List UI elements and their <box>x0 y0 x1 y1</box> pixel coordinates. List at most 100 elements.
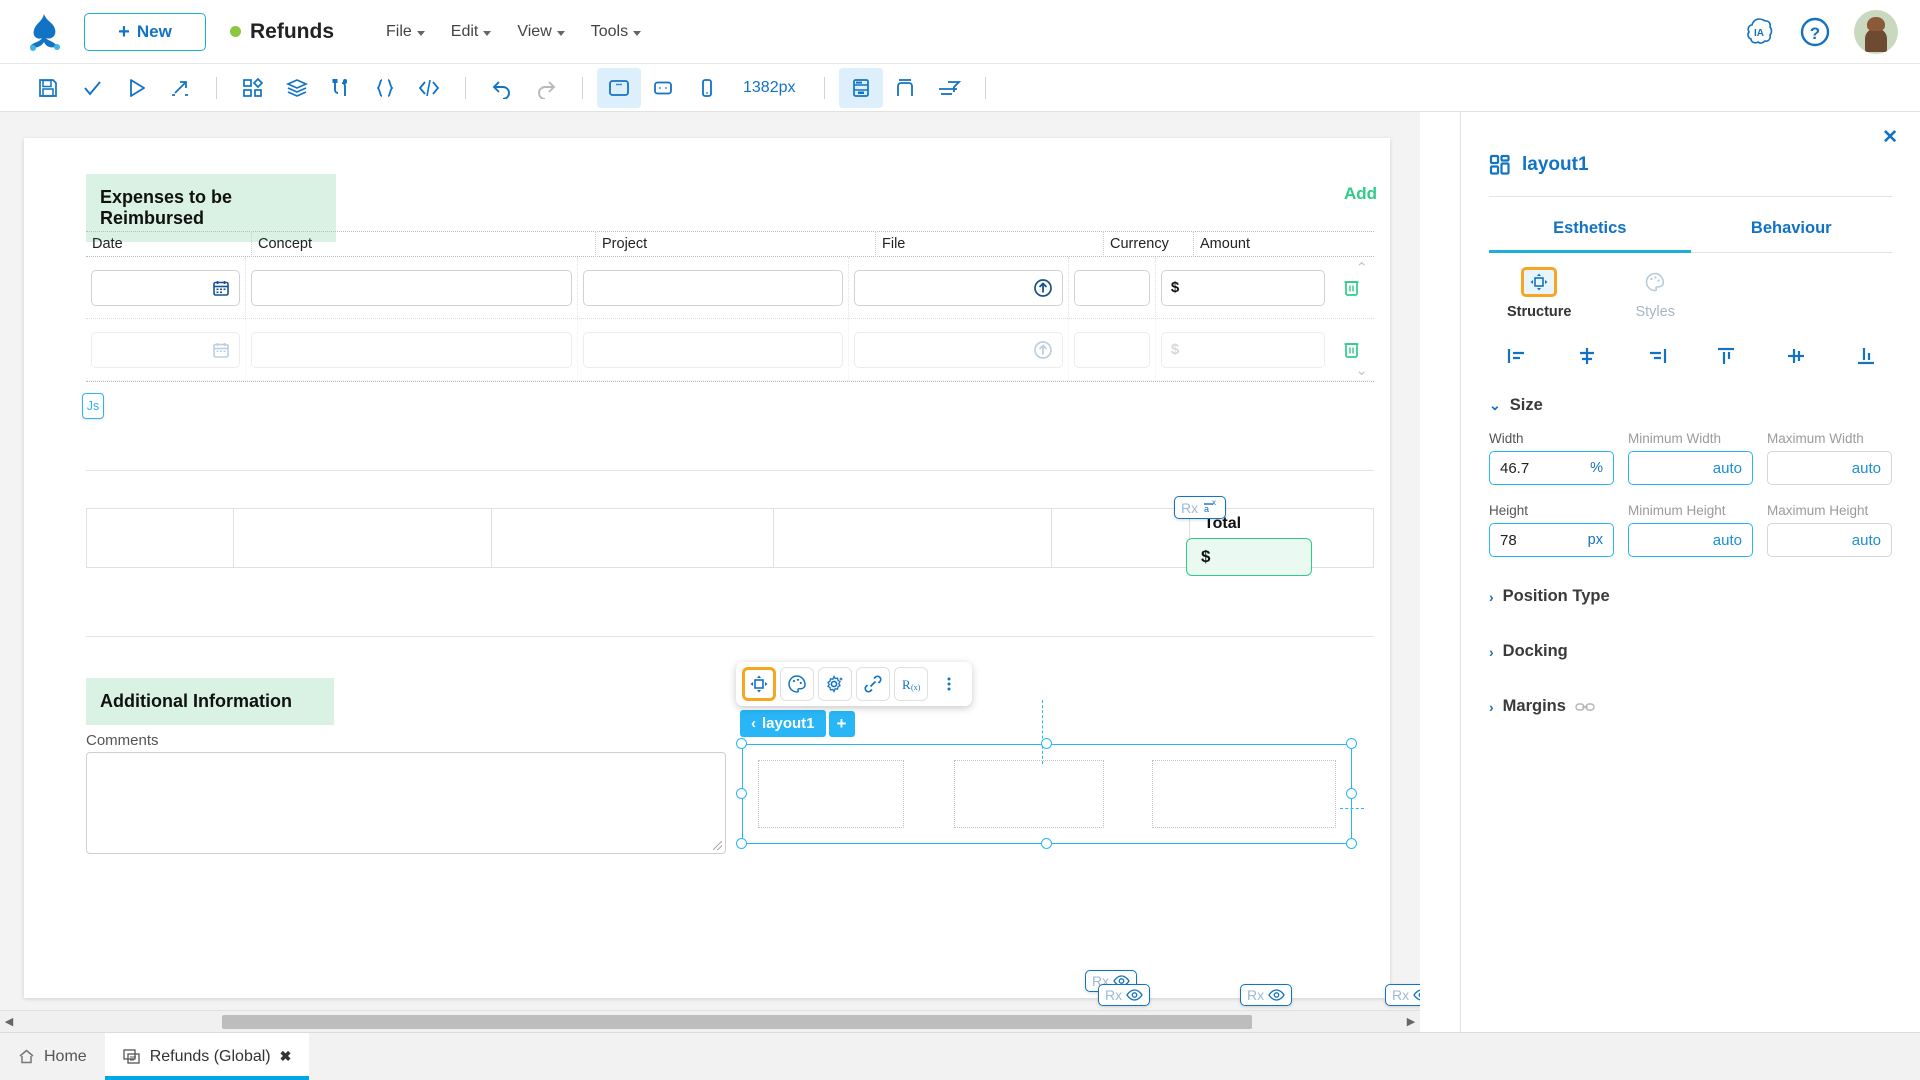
new-button[interactable]: + New <box>84 12 206 51</box>
redo-icon[interactable] <box>524 68 568 108</box>
resize-handle-bottom-center[interactable] <box>1041 838 1052 849</box>
canvas-horizontal-scrollbar[interactable]: ◀ ▶ <box>0 1010 1420 1032</box>
width-input[interactable]: 46.7 % <box>1489 451 1614 485</box>
desktop-view-icon[interactable] <box>597 67 641 108</box>
file-field[interactable] <box>853 331 1063 368</box>
container-icon[interactable] <box>883 68 927 108</box>
scroll-up-chevron-icon[interactable]: ⌃ <box>1355 259 1368 277</box>
max-width-input[interactable]: auto <box>1767 451 1892 485</box>
close-icon[interactable]: ✕ <box>1882 126 1898 149</box>
scroll-left-arrow-icon[interactable]: ◀ <box>0 1015 18 1028</box>
avatar[interactable] <box>1854 9 1898 54</box>
selected-layout-box[interactable] <box>742 744 1352 844</box>
js-badge[interactable]: Js <box>82 393 104 419</box>
align-middle-vertical-icon[interactable] <box>1776 340 1816 372</box>
align-right-icon[interactable] <box>1637 340 1677 372</box>
currency-field[interactable] <box>1073 331 1150 368</box>
resize-handle-top-right[interactable] <box>1346 738 1357 749</box>
data-sources-icon[interactable] <box>319 68 363 108</box>
menu-file[interactable]: File <box>386 23 425 41</box>
menu-edit[interactable]: Edit <box>451 23 492 41</box>
resize-handle-bottom-left[interactable] <box>736 838 747 849</box>
align-center-horizontal-icon[interactable] <box>1567 340 1607 372</box>
total-amount-field[interactable]: $ <box>1186 538 1312 576</box>
tab-refunds-global[interactable]: Refunds (Global) ✖ <box>104 1033 310 1080</box>
mode-styles[interactable]: Styles <box>1635 267 1675 320</box>
scroll-down-chevron-icon[interactable]: ⌄ <box>1355 361 1368 379</box>
project-field[interactable] <box>583 269 843 306</box>
code-braces-icon[interactable] <box>363 68 407 108</box>
viewport-width-label[interactable]: 1382px <box>729 79 810 97</box>
code-tags-icon[interactable] <box>407 68 451 108</box>
settings-gear-icon[interactable] <box>818 667 852 701</box>
run-play-icon[interactable] <box>114 68 158 108</box>
snap-align-icon[interactable] <box>927 68 971 108</box>
resize-handle-middle-left[interactable] <box>736 788 747 799</box>
tab-behaviour[interactable]: Behaviour <box>1690 207 1892 253</box>
resize-handle-top-center[interactable] <box>1041 738 1052 749</box>
align-left-icon[interactable] <box>1497 340 1537 372</box>
menu-tools[interactable]: Tools <box>591 23 642 41</box>
add-child-button[interactable]: + <box>828 710 855 737</box>
styles-palette-icon[interactable] <box>780 667 814 701</box>
formula-rx-icon[interactable]: R (x) <box>894 667 928 701</box>
tab-home[interactable]: Home <box>0 1033 105 1080</box>
breadcrumb-layout1[interactable]: ‹ layout1 <box>740 710 826 737</box>
height-input[interactable]: 78 px <box>1489 523 1614 557</box>
deploy-share-icon[interactable] <box>158 68 202 108</box>
table-row[interactable]: $ <box>86 318 1374 381</box>
amount-field[interactable]: $ <box>1160 331 1325 368</box>
tablet-view-icon[interactable] <box>641 68 685 108</box>
more-vertical-icon[interactable] <box>932 667 966 701</box>
rx-visibility-badge[interactable]: Rx <box>1240 984 1293 1006</box>
components-icon[interactable] <box>231 68 275 108</box>
ia-assistant-icon[interactable]: IA <box>1742 15 1776 49</box>
max-height-input[interactable]: auto <box>1767 523 1892 557</box>
save-icon[interactable] <box>26 68 70 108</box>
min-width-input[interactable]: auto <box>1628 451 1753 485</box>
rx-visibility-badge[interactable]: Rx <box>1098 984 1151 1006</box>
frog-logo-icon[interactable] <box>22 10 68 54</box>
file-field[interactable] <box>853 269 1063 306</box>
delete-row-button[interactable] <box>1330 340 1374 359</box>
calendar-icon[interactable] <box>212 341 230 359</box>
mode-structure[interactable]: Structure <box>1507 267 1571 320</box>
delete-row-button[interactable] <box>1330 278 1374 297</box>
close-icon[interactable]: ✖ <box>280 1048 292 1065</box>
concept-field[interactable] <box>251 331 573 368</box>
concept-field[interactable] <box>251 269 573 306</box>
min-height-input[interactable]: auto <box>1628 523 1753 557</box>
tab-esthetics[interactable]: Esthetics <box>1489 207 1691 253</box>
calendar-icon[interactable] <box>212 279 230 297</box>
date-field[interactable] <box>91 331 241 368</box>
scrollbar-thumb[interactable] <box>222 1014 1252 1029</box>
position-type-section-header[interactable]: › Position Type <box>1489 587 1892 606</box>
date-field[interactable] <box>91 269 241 306</box>
upload-circle-icon[interactable] <box>1033 340 1053 360</box>
link-chain-icon[interactable] <box>856 667 890 701</box>
structure-icon[interactable] <box>742 667 776 701</box>
help-question-icon[interactable]: ? <box>1798 15 1832 49</box>
table-row[interactable]: $ <box>86 256 1374 319</box>
rx-visibility-badge[interactable]: Rx <box>1385 984 1420 1006</box>
resize-handle-middle-right[interactable] <box>1346 788 1357 799</box>
resize-handle-bottom-right[interactable] <box>1346 838 1357 849</box>
check-validate-icon[interactable] <box>70 68 114 108</box>
docking-section-header[interactable]: › Docking <box>1489 642 1892 661</box>
amount-field[interactable]: $ <box>1160 269 1325 306</box>
menu-view[interactable]: View <box>517 23 565 41</box>
link-broken-icon[interactable] <box>1575 700 1595 714</box>
align-top-icon[interactable] <box>1706 340 1746 372</box>
mobile-view-icon[interactable] <box>685 68 729 108</box>
currency-field[interactable] <box>1073 269 1150 306</box>
resize-handle-top-left[interactable] <box>736 738 747 749</box>
grid-view-icon[interactable] <box>838 67 883 108</box>
rx-formula-badge[interactable]: Rx a x <box>1174 496 1227 519</box>
project-field[interactable] <box>583 331 843 368</box>
layers-icon[interactable] <box>275 68 319 108</box>
scrollbar-track[interactable] <box>18 1014 1402 1029</box>
margins-section-header[interactable]: › Margins <box>1489 697 1892 716</box>
undo-icon[interactable] <box>480 68 524 108</box>
add-expense-link[interactable]: Add <box>1344 184 1377 204</box>
align-bottom-icon[interactable] <box>1846 340 1886 372</box>
